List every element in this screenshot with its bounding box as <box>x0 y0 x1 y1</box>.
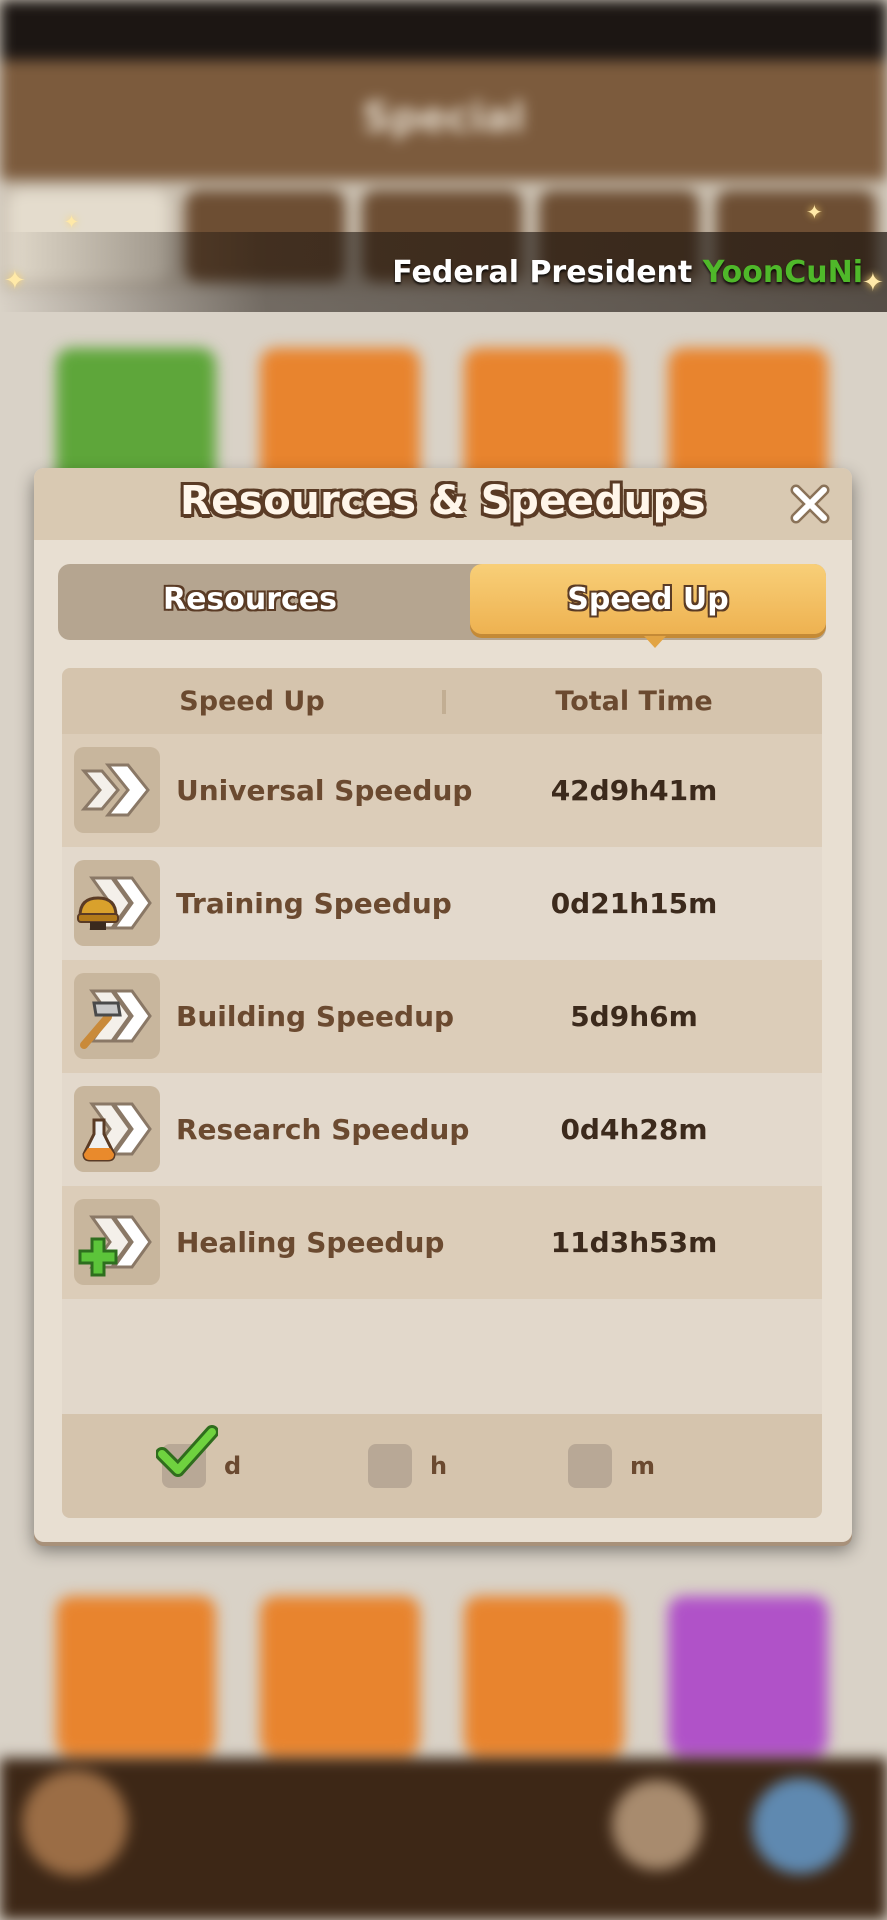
unit-option-minutes[interactable]: m <box>568 1414 668 1518</box>
column-header-total-time: Total Time <box>555 686 713 717</box>
speedup-name: Healing Speedup <box>176 1226 445 1259</box>
table-row: Universal Speedup 42d9h41m <box>62 734 822 847</box>
universal-speedup-icon <box>74 747 160 833</box>
speedup-name: Training Speedup <box>176 887 452 920</box>
speedup-total-time: 11d3h53m <box>550 1226 718 1259</box>
sparkle-icon: ✦ <box>64 212 80 233</box>
close-button[interactable] <box>786 480 834 528</box>
background-item-card <box>260 1596 420 1756</box>
speedup-total-time: 0d4h28m <box>560 1113 708 1146</box>
player-rank: Federal President <box>392 255 703 290</box>
research-speedup-icon <box>74 1086 160 1172</box>
status-bar <box>0 0 887 60</box>
sparkle-icon: ✦ <box>4 266 26 296</box>
speedup-name: Universal Speedup <box>176 774 473 807</box>
building-speedup-icon <box>74 973 160 1059</box>
speedup-name: Research Speedup <box>176 1113 470 1146</box>
unit-label: d <box>224 1452 242 1480</box>
speedup-table: Speed Up Total Time Universal Speedup 42… <box>62 668 822 1518</box>
tab-resources[interactable]: Resources <box>58 564 442 634</box>
training-speedup-icon <box>74 860 160 946</box>
table-row: Building Speedup 5d9h6m <box>62 960 822 1073</box>
table-row: Healing Speedup 11d3h53m <box>62 1186 822 1299</box>
time-unit-selector: d h m <box>62 1414 822 1518</box>
unit-label: h <box>430 1452 448 1480</box>
speedup-total-time: 0d21h15m <box>550 887 718 920</box>
sparkle-icon: ✦ <box>862 268 884 298</box>
checkmark-icon <box>156 1425 218 1477</box>
background-menu-button <box>612 1780 702 1870</box>
player-name: YoonCuNi <box>702 255 863 290</box>
unit-label: m <box>630 1452 656 1480</box>
column-header-speed-up: Speed Up <box>179 686 325 717</box>
category-switch: Resources Speed Up <box>58 564 826 648</box>
background-item-card <box>668 1596 828 1756</box>
healing-speedup-icon <box>74 1199 160 1285</box>
sparkle-icon: ✦ <box>806 200 823 224</box>
dialog-title: Resources & Speedups <box>179 478 707 524</box>
unit-option-hours[interactable]: h <box>368 1414 468 1518</box>
speedup-name: Building Speedup <box>176 1000 455 1033</box>
close-icon <box>790 484 830 524</box>
table-row: Training Speedup 0d21h15m <box>62 847 822 960</box>
player-title: Federal President YoonCuNi <box>392 255 863 290</box>
background-item-card <box>464 1596 624 1756</box>
background-back-button <box>22 1770 128 1876</box>
speedup-total-time: 5d9h6m <box>570 1000 698 1033</box>
tab-pointer <box>644 636 666 648</box>
background-title: Special <box>362 95 525 141</box>
tab-speed-up[interactable]: Speed Up <box>470 564 826 634</box>
background-menu-button <box>752 1778 848 1874</box>
unit-option-days[interactable]: d <box>156 1414 262 1518</box>
unit-checkbox[interactable] <box>368 1444 412 1488</box>
resources-speedups-dialog: Resources & Speedups Resources Speed Up … <box>34 468 852 1542</box>
speedup-total-time: 42d9h41m <box>550 774 718 807</box>
table-header: Speed Up Total Time <box>62 668 822 734</box>
background-item-card <box>56 1596 216 1756</box>
table-row: Research Speedup 0d4h28m <box>62 1073 822 1186</box>
unit-checkbox[interactable] <box>568 1444 612 1488</box>
